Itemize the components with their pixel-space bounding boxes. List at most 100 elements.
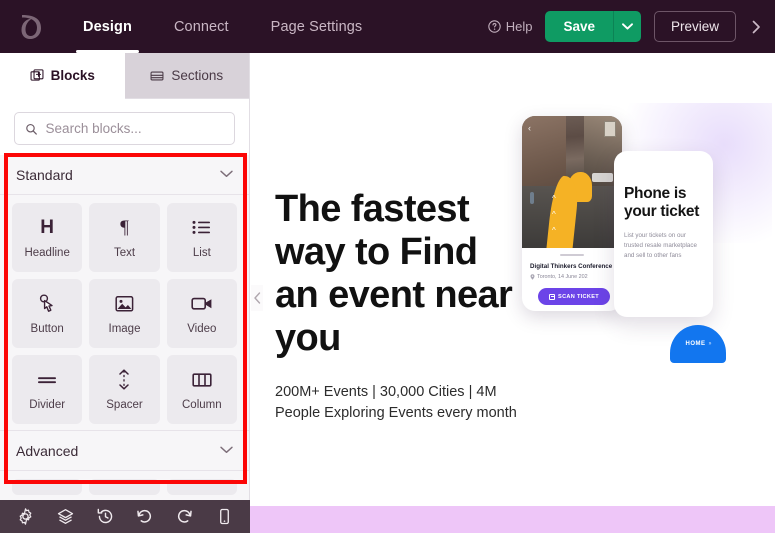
gear-settings-icon[interactable]	[17, 508, 34, 525]
block-tile-headline[interactable]: H Headline	[12, 203, 83, 272]
group-header-advanced[interactable]: Advanced	[0, 430, 249, 471]
question-circle-icon	[487, 20, 501, 33]
hero-text-block[interactable]: The fastest way to Find an event near yo…	[275, 188, 520, 424]
drag-handle-bar	[560, 254, 584, 256]
sections-rows-icon	[150, 71, 164, 80]
chevron-left-icon: ‹	[528, 123, 531, 133]
main-nav: Design Connect Page Settings	[62, 0, 383, 53]
tab-sections-label: Sections	[171, 68, 224, 83]
info-card-title: Phone is your ticket	[624, 185, 700, 220]
left-sidebar: Blocks Sections Standar	[0, 53, 250, 500]
tab-blocks[interactable]: Blocks	[0, 53, 125, 99]
block-tile-divider[interactable]: Divider	[12, 355, 83, 424]
divider-icon	[38, 376, 57, 383]
block-tile-video-label: Video	[187, 322, 217, 335]
group-title-standard: Standard	[16, 167, 73, 183]
chevron-left-icon	[253, 292, 260, 304]
expand-panel-button[interactable]	[749, 20, 767, 34]
path-chevron-icon: ^	[552, 194, 556, 203]
top-bar: Design Connect Page Settings Help Save P…	[0, 0, 775, 53]
column-icon	[192, 372, 212, 387]
block-tile-button[interactable]: Button	[12, 279, 83, 348]
spacer-arrows-icon	[119, 369, 130, 390]
leaf-logo-icon	[21, 14, 41, 39]
block-tile-list[interactable]: List	[166, 203, 237, 272]
button-click-icon	[39, 293, 53, 312]
bottom-toolbar	[0, 500, 250, 533]
page-canvas[interactable]: The fastest way to Find an event near yo…	[250, 53, 775, 533]
block-tile-image-label: Image	[108, 322, 141, 335]
app-root: Design Connect Page Settings Help Save P…	[0, 0, 775, 533]
block-tile-text-label: Text	[113, 246, 136, 259]
mobile-device-icon[interactable]	[216, 508, 233, 525]
help-link[interactable]: Help	[487, 19, 532, 34]
location-pin-icon	[530, 274, 535, 280]
block-tile-text[interactable]: ¶ Text	[89, 203, 160, 272]
hero-subtext: 200M+ Events | 30,000 Cities | 4M People…	[275, 384, 517, 421]
sidebar-collapse-handle[interactable]	[251, 285, 263, 311]
block-tile-column[interactable]: Column	[166, 355, 237, 424]
block-tile-advanced-partial[interactable]	[89, 479, 160, 495]
canvas-bottom-band	[250, 506, 775, 533]
search-box[interactable]	[14, 112, 235, 145]
headline-h-icon: H	[40, 216, 55, 238]
photo-car	[592, 173, 613, 182]
group-header-standard[interactable]: Standard	[0, 155, 249, 195]
ticket-meta: Digital Thinkers Conference Toronto, 14 …	[522, 248, 622, 286]
block-tile-advanced-partial[interactable]	[12, 479, 83, 495]
hero-artwork: ^ ^ ^ ‹ Digital Thinkers Conference Toro…	[522, 103, 772, 423]
scan-ticket-label: SCAN TICKET	[558, 293, 599, 300]
path-chevron-icon: ^	[552, 210, 556, 219]
block-tile-headline-label: Headline	[24, 246, 70, 259]
nav-item-design-label: Design	[83, 18, 132, 35]
home-badge-label: HOME	[685, 341, 706, 347]
nav-item-page-settings-label: Page Settings	[270, 18, 363, 35]
save-button[interactable]: Save	[545, 11, 613, 42]
search-icon	[26, 123, 37, 135]
preview-button[interactable]: Preview	[653, 11, 736, 42]
search-input[interactable]	[45, 121, 224, 136]
top-bar-actions: Help Save Preview	[487, 0, 775, 53]
ticket-photo: ^ ^ ^ ‹	[522, 116, 622, 248]
nav-item-page-settings[interactable]: Page Settings	[250, 0, 384, 53]
redo-icon[interactable]	[176, 508, 193, 525]
revision-history-icon[interactable]	[97, 508, 114, 525]
standard-blocks-grid: H Headline ¶ Text List Button Image Vide…	[0, 195, 249, 430]
nav-item-design[interactable]: Design	[62, 0, 153, 53]
layers-icon[interactable]	[57, 508, 74, 525]
undo-icon[interactable]	[136, 508, 153, 525]
tab-sections[interactable]: Sections	[124, 53, 249, 99]
chevron-down-icon	[622, 23, 633, 30]
path-chevron-icon: ^	[552, 226, 556, 235]
photo-pedestrian	[530, 192, 534, 204]
hero-section[interactable]: The fastest way to Find an event near yo…	[250, 53, 775, 533]
block-tile-advanced-partial[interactable]	[166, 479, 237, 495]
app-logo[interactable]	[0, 13, 62, 41]
home-badge: HOME ››	[670, 325, 726, 363]
save-button-group: Save	[545, 11, 641, 42]
text-pilcrow-icon: ¶	[120, 216, 129, 238]
block-tile-divider-label: Divider	[29, 398, 66, 411]
block-tile-column-label: Column	[182, 398, 222, 411]
info-card: Phone is your ticket List your tickets o…	[614, 151, 713, 317]
list-icon	[192, 220, 211, 234]
advanced-blocks-grid	[0, 471, 249, 495]
save-dropdown-button[interactable]	[612, 11, 641, 42]
block-tile-spacer[interactable]: Spacer	[89, 355, 160, 424]
video-camera-icon	[191, 297, 212, 310]
scan-ticket-button[interactable]: SCAN TICKET	[538, 288, 610, 305]
event-location-text: Toronto, 14 June 202	[537, 274, 588, 280]
block-tile-spacer-label: Spacer	[106, 398, 143, 411]
event-location: Toronto, 14 June 202	[530, 274, 614, 280]
chevron-down-icon	[220, 169, 233, 181]
chevron-down-icon	[220, 445, 233, 457]
block-tile-image[interactable]: Image	[89, 279, 160, 348]
blocks-panel: Standard H Headline ¶ Text List Button I…	[0, 155, 249, 500]
nav-item-connect[interactable]: Connect	[153, 0, 250, 53]
info-card-body: List your tickets on our trusted resale …	[624, 232, 697, 259]
nav-item-connect-label: Connect	[173, 18, 229, 35]
chevron-right-icon	[752, 20, 760, 33]
block-tile-video[interactable]: Video	[166, 279, 237, 348]
block-tile-list-label: List	[192, 246, 211, 259]
home-badge-chevrons: ››	[708, 341, 712, 347]
